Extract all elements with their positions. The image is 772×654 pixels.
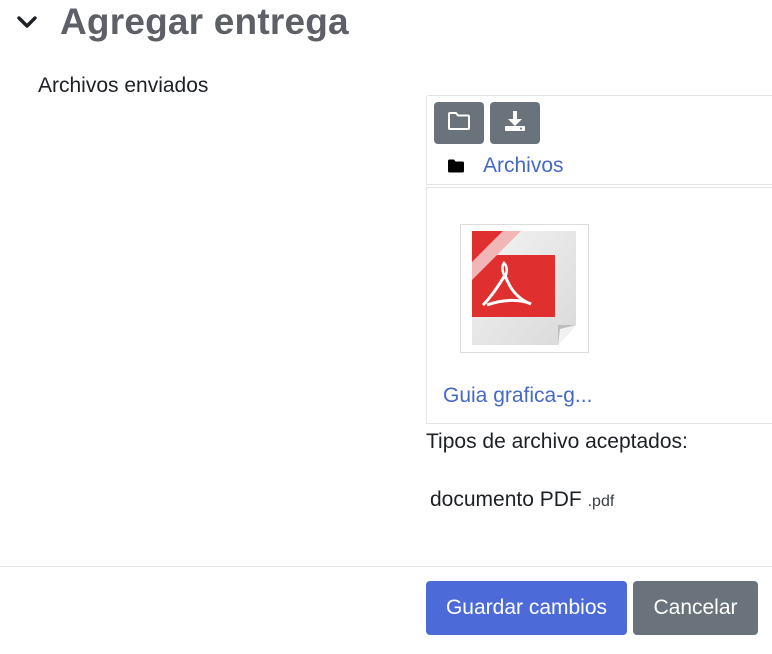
file-manager-toolbar: Archivos — [426, 95, 772, 185]
pdf-file-icon — [461, 231, 588, 356]
page: Agregar entrega Archivos enviados Archiv… — [0, 0, 772, 654]
file-manager-content: Guia grafica-g... — [426, 187, 772, 424]
accepted-type-label: documento PDF — [430, 488, 582, 511]
accepted-types-title: Tipos de archivo aceptados: — [426, 430, 688, 453]
file-name-link[interactable]: Guia grafica-g... — [443, 384, 592, 408]
accepted-type-item: documento PDF .pdf — [430, 488, 614, 512]
file-thumbnail — [460, 224, 589, 353]
folder-icon — [447, 111, 471, 136]
add-file-button[interactable] — [434, 102, 484, 144]
files-field-label: Archivos enviados — [38, 74, 209, 97]
section-title: Agregar entrega — [60, 1, 349, 42]
divider — [0, 566, 772, 567]
cancel-button[interactable]: Cancelar — [633, 581, 758, 635]
file-manager-path: Archivos — [447, 154, 564, 178]
download-icon — [503, 110, 527, 137]
section-header: Agregar entrega — [12, 0, 349, 44]
path-root-link[interactable]: Archivos — [483, 154, 564, 178]
accepted-type-ext: .pdf — [587, 493, 615, 510]
file-manager: Archivos Guia grafica-g... — [426, 95, 772, 424]
chevron-down-icon[interactable] — [12, 7, 42, 37]
folder-solid-icon — [447, 158, 465, 174]
save-changes-button[interactable]: Guardar cambios — [426, 581, 627, 635]
download-all-button[interactable] — [490, 102, 540, 144]
